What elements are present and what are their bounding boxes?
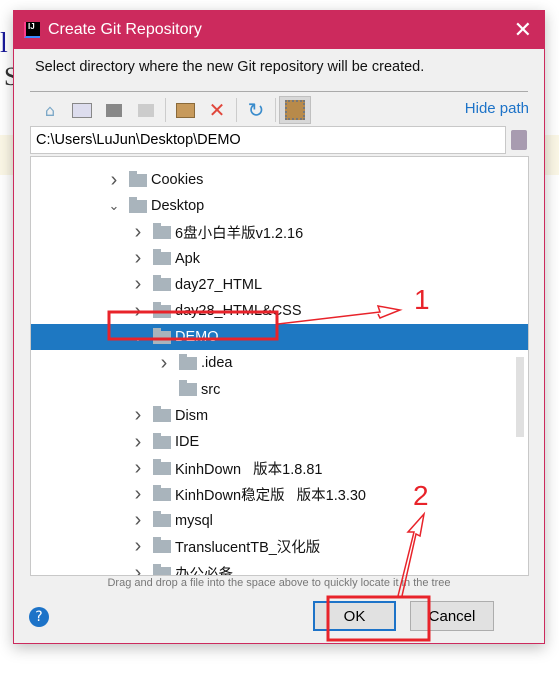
dialog-description: Select directory where the new Git repos… (35, 59, 425, 75)
refresh-icon[interactable]: ↻ (240, 96, 272, 124)
tree-item[interactable]: src (31, 377, 528, 403)
tree-item-label: Desktop (151, 198, 205, 215)
tree-item-label: src (201, 381, 221, 398)
home-icon[interactable]: ⌂ (34, 96, 66, 124)
ok-button[interactable]: OK (313, 601, 396, 631)
tree-item[interactable]: › 办公必备 (31, 560, 528, 576)
tree-item[interactable]: › IDE (31, 429, 528, 455)
tree-item-label: Apk (175, 250, 200, 267)
folder-icon (179, 353, 197, 370)
folder-icon (153, 563, 171, 575)
tree-item-label: day28_HTML&CSS (175, 303, 302, 319)
folder-icon (179, 380, 197, 397)
chevron-right-icon[interactable]: › (131, 273, 145, 296)
folder-icon (153, 484, 171, 501)
folder-icon (129, 196, 147, 213)
folder-icon (153, 222, 171, 239)
tree-item[interactable]: › day27_HTML (31, 272, 528, 298)
tree-item-label: KinhDown稳定版 版本1.3.30 (175, 487, 366, 504)
folder-icon (153, 432, 171, 449)
create-git-repository-dialog: IJ Create Git Repository ✕ Select direct… (13, 10, 545, 644)
chevron-down-icon[interactable]: ⌄ (107, 198, 121, 214)
background-text: l (0, 28, 8, 59)
hide-path-link[interactable]: Hide path (465, 100, 529, 117)
chevron-down-icon[interactable]: ⌄ (131, 329, 145, 345)
chevron-right-icon[interactable]: › (131, 431, 145, 454)
delete-icon[interactable]: ✕ (201, 96, 233, 124)
chevron-right-icon[interactable]: › (131, 300, 145, 323)
new-folder-icon[interactable] (169, 96, 201, 124)
folder-icon (153, 301, 171, 318)
tree-item-label: 办公必备 (175, 566, 233, 576)
tree-item[interactable]: › .idea (31, 350, 528, 376)
tree-item-label: mysql (175, 512, 213, 529)
toolbar: ⌂ ✕ ↻ (34, 95, 311, 125)
tree-item[interactable]: › TranslucentTB_汉化版 (31, 534, 528, 560)
folder-icon (153, 537, 171, 554)
tree-item-label: .idea (201, 355, 233, 372)
folder-icon (129, 170, 147, 187)
chevron-right-icon[interactable]: › (131, 457, 145, 480)
tree-item-label: TranslucentTB_汉化版 (175, 540, 321, 557)
dialog-title: Create Git Repository (48, 21, 202, 38)
path-input[interactable]: C:\Users\LuJun\Desktop\DEMO (30, 126, 506, 154)
module-folder-icon[interactable] (130, 96, 162, 124)
desktop-icon[interactable] (66, 96, 98, 124)
annotation-label-1: 1 (414, 284, 430, 315)
chevron-right-icon[interactable]: › (157, 352, 171, 375)
divider (30, 91, 528, 92)
chevron-right-icon[interactable]: › (131, 221, 145, 244)
help-button[interactable]: ? (29, 607, 49, 627)
tree-item[interactable]: ⌄ DEMO (31, 324, 528, 351)
chevron-right-icon[interactable]: › (131, 404, 145, 427)
tree-item-label: Cookies (151, 172, 204, 188)
chevron-right-icon[interactable]: › (131, 562, 145, 576)
tree-item[interactable]: › Cookies (31, 167, 528, 193)
drag-drop-hint: Drag and drop a file into the space abov… (107, 577, 451, 589)
tree-item-label: KinhDown 版本1.8.81 (175, 461, 323, 478)
tree-item[interactable]: › day28_HTML&CSS (31, 298, 528, 324)
chevron-right-icon[interactable]: › (131, 509, 145, 532)
folder-icon (153, 511, 171, 528)
annotation-label-2: 2 (413, 480, 429, 511)
tree-item[interactable]: › Dism (31, 403, 528, 429)
show-hidden-icon[interactable] (279, 96, 311, 124)
tree-item[interactable]: › 6盘小白羊版v1.2.16 (31, 219, 528, 245)
folder-icon (153, 406, 171, 423)
directory-tree[interactable]: › Cookies ⌄ Desktop › 6盘小白羊版v1.2.16 › Apk › day27… (30, 156, 529, 576)
tree-item[interactable]: › KinhDown 版本1.8.81 (31, 455, 528, 481)
chevron-right-icon[interactable]: › (131, 483, 145, 506)
tree-item-label: IDE (175, 434, 200, 450)
title-bar: IJ Create Git Repository ✕ (14, 11, 544, 49)
folder-icon (153, 249, 171, 266)
toolbar-separator (275, 98, 276, 122)
folder-icon (153, 275, 171, 292)
tree-item[interactable]: › mysql (31, 508, 528, 534)
tree-item-label: 6盘小白羊版v1.2.16 (175, 225, 304, 242)
tree-item-label: Dism (175, 407, 209, 424)
tree-item[interactable]: ⌄ Desktop (31, 193, 528, 219)
tree-item-label: DEMO (175, 329, 219, 346)
intellij-logo-icon: IJ (24, 22, 40, 38)
chevron-right-icon[interactable]: › (131, 247, 145, 270)
project-folder-icon[interactable] (98, 96, 130, 124)
close-icon[interactable]: ✕ (514, 17, 532, 43)
download-path-icon[interactable] (511, 130, 527, 150)
toolbar-separator (236, 98, 237, 122)
toolbar-separator (165, 98, 166, 122)
cancel-button[interactable]: Cancel (410, 601, 494, 631)
folder-icon (153, 327, 171, 344)
chevron-right-icon[interactable]: › (131, 535, 145, 558)
chevron-right-icon[interactable]: › (107, 169, 121, 192)
tree-item-label: day27_HTML (175, 276, 263, 293)
tree-item[interactable]: › Apk (31, 246, 528, 272)
folder-icon (153, 458, 171, 475)
tree-item[interactable]: › KinhDown稳定版 版本1.3.30 (31, 481, 528, 507)
